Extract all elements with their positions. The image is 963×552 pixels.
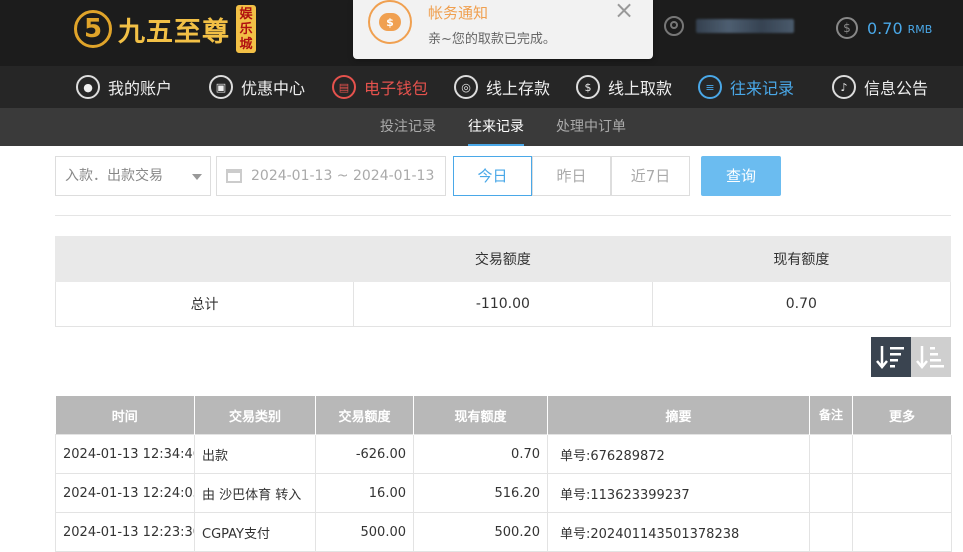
balance-value: 0.70: [867, 18, 903, 38]
summary-table: 交易额度 现有额度 总计 -110.00 0.70: [54, 236, 952, 327]
range-today-button[interactable]: 今日: [453, 156, 532, 196]
cell-note: [809, 512, 853, 552]
summary-header-cell: 现有额度: [651, 236, 952, 282]
cell-time: 2024-01-13 12:23:30: [55, 512, 195, 552]
user-account[interactable]: [664, 16, 794, 36]
nav-label: 往来记录: [730, 79, 795, 98]
query-button[interactable]: 查询: [701, 156, 781, 196]
coin-icon: $: [836, 17, 858, 39]
summary-header-cell: 交易额度: [353, 236, 653, 282]
table-row: 2024-01-13 12:23:30 CGPAY支付 500.00 500.2…: [55, 512, 952, 552]
sort-ascending-icon: [916, 346, 944, 369]
summary-label: 总计: [54, 281, 355, 327]
close-icon[interactable]: ×: [614, 0, 634, 24]
cell-amount: 16.00: [315, 473, 414, 513]
sort-descending-button[interactable]: [871, 337, 911, 377]
divider: [55, 215, 951, 216]
nav-label: 线上取款: [608, 79, 673, 98]
username-redacted: [696, 19, 794, 33]
transaction-type-select[interactable]: 入款．出款交易: [55, 156, 211, 196]
nav-announcements[interactable]: ♪ 信息公告: [832, 66, 928, 108]
money-bubble-icon: $: [368, 0, 412, 44]
summary-total-row: 总计 -110.00 0.70: [54, 281, 952, 327]
range-yesterday-button[interactable]: 昨日: [532, 156, 611, 196]
column-header: 摘要: [547, 396, 810, 435]
select-value: 入款．出款交易: [65, 168, 163, 184]
column-header: 交易额度: [315, 396, 414, 435]
cell-type: 由 沙巴体育 转入: [194, 473, 316, 513]
account-notification-toast: $ 帐务通知 亲~您的取款已完成。 ×: [353, 0, 653, 59]
brand-name: 九五至尊: [118, 16, 230, 48]
transactions-table: 时间 交易类别 交易额度 现有额度 摘要 备注 更多 2024-01-13 12…: [55, 396, 952, 552]
nav-promotions[interactable]: ▣ 优惠中心: [209, 66, 305, 108]
main-nav: ● 我的账户 ▣ 优惠中心 ▤ 电子钱包 ◎ 线上存款 $ 线上取款 ≡ 往来记录 ♪ 信息公…: [0, 66, 963, 108]
table-row: 2024-01-13 12:24:03 由 沙巴体育 转入 16.00 516.…: [55, 473, 952, 513]
nav-label: 我的账户: [108, 79, 173, 98]
table-row: 2024-01-13 12:34:46 出款 -626.00 0.70 单号:6…: [55, 434, 952, 474]
user-icon: [664, 16, 684, 36]
balance-display: $ 0.70 RMB: [836, 17, 932, 39]
nav-e-wallet[interactable]: ▤ 电子钱包: [332, 66, 428, 108]
summary-header-row: 交易额度 现有额度: [54, 236, 952, 282]
nav-my-account[interactable]: ● 我的账户: [76, 66, 172, 108]
date-range-value: 2024-01-13 ~ 2024-01-13: [251, 168, 435, 184]
cell-summary: 单号:113623399237: [547, 473, 810, 513]
user-icon: ●: [76, 75, 100, 99]
column-header: 现有额度: [413, 396, 548, 435]
sub-nav: 投注记录 往来记录 处理中订单: [0, 108, 963, 146]
cell-more[interactable]: [852, 473, 952, 513]
cell-amount: 500.00: [315, 512, 414, 552]
cell-more[interactable]: [852, 434, 952, 474]
table-header-row: 时间 交易类别 交易额度 现有额度 摘要 备注 更多: [55, 396, 952, 435]
nav-label: 线上存款: [486, 79, 551, 98]
cell-balance: 0.70: [413, 434, 548, 474]
nav-online-deposit[interactable]: ◎ 线上存款: [454, 66, 550, 108]
brand-tag: 娱乐城: [236, 5, 256, 53]
column-header: 备注: [809, 396, 853, 435]
tab-pending-orders[interactable]: 处理中订单: [556, 108, 626, 146]
cell-more[interactable]: [852, 512, 952, 552]
summary-header-cell: [54, 236, 355, 282]
cell-summary: 单号:202401143501378238: [547, 512, 810, 552]
column-header: 交易类别: [194, 396, 316, 435]
tab-bet-records[interactable]: 投注记录: [380, 108, 436, 146]
range-7days-button[interactable]: 近7日: [611, 156, 690, 196]
sort-ascending-button[interactable]: [911, 337, 951, 377]
nav-label: 电子钱包: [364, 79, 429, 98]
brand-logo[interactable]: 5 九五至尊 娱乐城: [74, 4, 256, 54]
cell-note: [809, 434, 853, 474]
cell-balance: 500.20: [413, 512, 548, 552]
toast-title: 帐务通知: [428, 4, 489, 22]
cell-time: 2024-01-13 12:34:46: [55, 434, 195, 474]
toast-message: 亲~您的取款已完成。: [428, 32, 556, 47]
cell-note: [809, 473, 853, 513]
tab-transaction-records[interactable]: 往来记录: [468, 108, 524, 146]
nav-label: 优惠中心: [241, 79, 306, 98]
column-header: 更多: [852, 396, 952, 435]
nav-records[interactable]: ≡ 往来记录: [698, 66, 794, 108]
cell-balance: 516.20: [413, 473, 548, 513]
wallet-icon: ▤: [332, 75, 356, 99]
record-icon: ≡: [698, 75, 722, 99]
cell-type: CGPAY支付: [194, 512, 316, 552]
nav-online-withdraw[interactable]: $ 线上取款: [576, 66, 672, 108]
cell-amount: -626.00: [315, 434, 414, 474]
cell-time: 2024-01-13 12:24:03: [55, 473, 195, 513]
date-range-input[interactable]: 2024-01-13 ~ 2024-01-13: [216, 156, 446, 196]
cell-type: 出款: [194, 434, 316, 474]
balance-unit: RMB: [907, 23, 933, 36]
summary-current-balance: 0.70: [651, 281, 952, 327]
column-header: 时间: [55, 396, 195, 435]
logo-mark-icon: 5: [74, 10, 112, 48]
gift-icon: ▣: [209, 75, 233, 99]
cell-summary: 单号:676289872: [547, 434, 810, 474]
deposit-icon: ◎: [454, 75, 478, 99]
nav-label: 信息公告: [864, 79, 929, 98]
calendar-icon: [226, 169, 242, 183]
chevron-down-icon: [192, 174, 202, 180]
withdraw-icon: $: [576, 75, 600, 99]
bell-icon: ♪: [832, 75, 856, 99]
sort-descending-icon: [876, 346, 904, 369]
summary-transaction-amount: -110.00: [353, 281, 653, 327]
